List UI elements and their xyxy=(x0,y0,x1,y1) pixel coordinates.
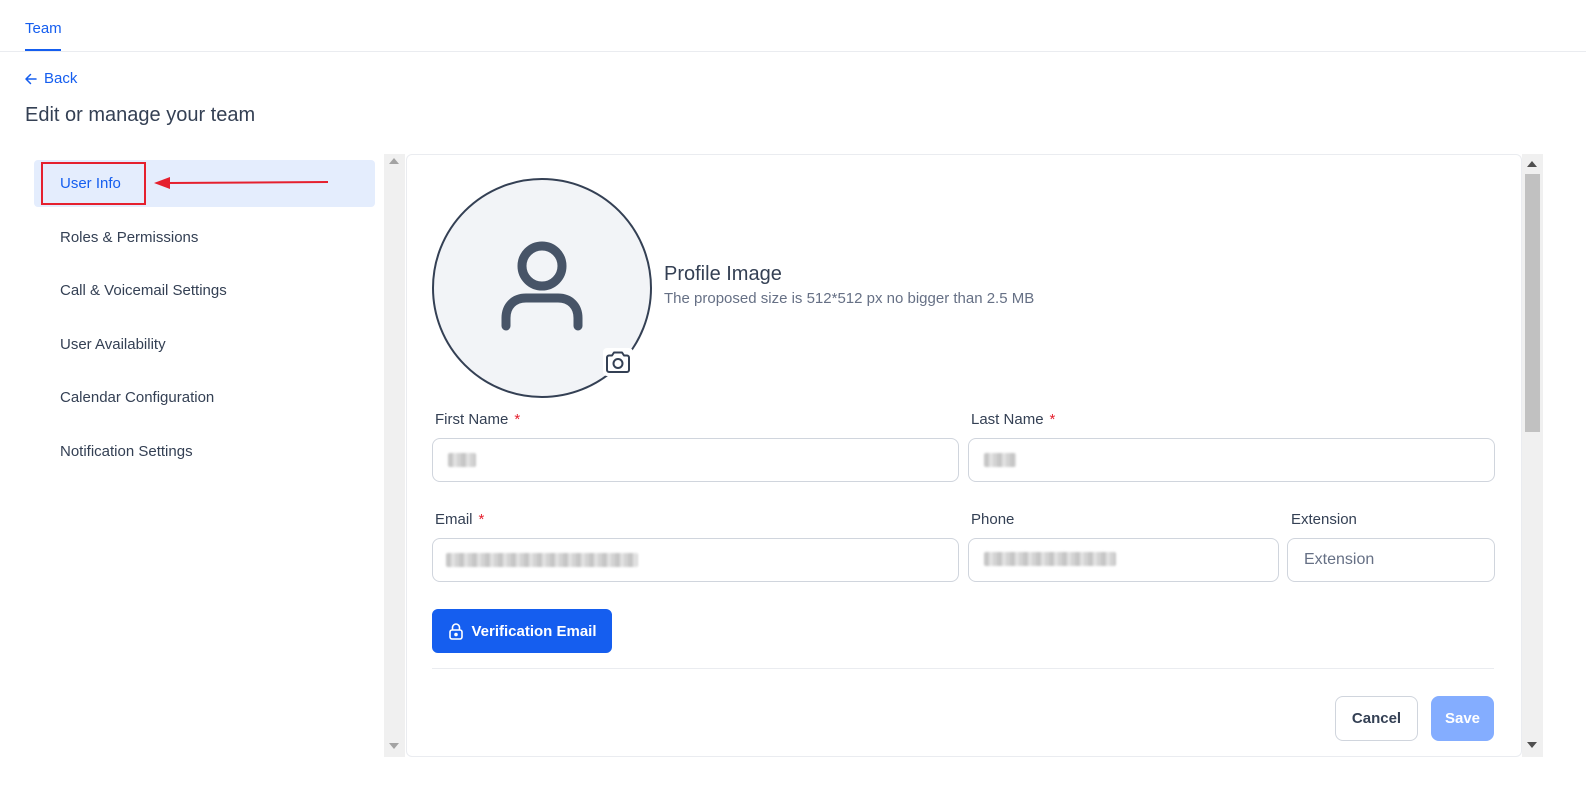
extension-input[interactable] xyxy=(1287,538,1495,582)
profile-image-title: Profile Image xyxy=(664,263,782,285)
form-divider xyxy=(432,668,1494,669)
upload-photo-button[interactable] xyxy=(603,348,633,376)
panel-scrollbar[interactable] xyxy=(1522,154,1543,757)
scroll-up-arrow-icon[interactable] xyxy=(389,158,399,164)
required-mark: * xyxy=(514,411,521,428)
lock-icon xyxy=(449,623,464,640)
email-input[interactable] xyxy=(432,538,959,582)
verification-email-button[interactable]: Verification Email xyxy=(432,609,612,653)
scroll-down-arrow-icon[interactable] xyxy=(389,743,399,749)
user-icon xyxy=(501,241,583,331)
phone-label: Phone xyxy=(971,511,1015,528)
nav-scrollbar[interactable] xyxy=(384,154,405,757)
sidebar-item-notification-settings[interactable]: Notification Settings xyxy=(34,428,375,475)
scroll-down-arrow-icon[interactable] xyxy=(1527,742,1537,748)
sidebar-item-label: Calendar Configuration xyxy=(60,389,215,406)
scrollbar-thumb[interactable] xyxy=(1525,174,1540,432)
arrow-left-icon xyxy=(25,73,37,84)
page-title: Edit or manage your team xyxy=(25,104,256,126)
back-label: Back xyxy=(44,70,78,87)
sidebar-item-call-voicemail-settings[interactable]: Call & Voicemail Settings xyxy=(34,267,375,314)
phone-input[interactable] xyxy=(968,538,1279,582)
last-name-input[interactable] xyxy=(968,438,1495,482)
scroll-up-arrow-icon[interactable] xyxy=(1527,161,1537,167)
tab-team[interactable]: Team xyxy=(25,20,62,37)
top-tab-bar: Team xyxy=(0,0,1586,52)
sidebar-item-label: Notification Settings xyxy=(60,442,193,460)
active-tab-indicator xyxy=(25,49,61,51)
sidebar-item-label: Call & Voicemail Settings xyxy=(60,282,227,299)
sidebar-item-calendar-configuration[interactable]: Calendar Configuration xyxy=(34,374,375,421)
required-mark: * xyxy=(478,511,485,528)
save-button[interactable]: Save xyxy=(1431,696,1494,741)
camera-icon xyxy=(606,351,630,373)
sidebar-item-roles-permissions[interactable]: Roles & Permissions xyxy=(34,214,375,261)
verification-email-label: Verification Email xyxy=(471,622,597,640)
profile-image-hint: The proposed size is 512*512 px no bigge… xyxy=(664,290,1035,307)
email-label: Email * xyxy=(435,511,485,528)
settings-side-nav: User Info Roles & Permissions Call & Voi… xyxy=(34,160,375,481)
sidebar-item-label: User Availability xyxy=(60,335,166,353)
sidebar-item-user-availability[interactable]: User Availability xyxy=(34,321,375,368)
sidebar-item-user-info[interactable]: User Info xyxy=(34,160,375,207)
first-name-label: First Name * xyxy=(435,411,521,428)
cancel-button[interactable]: Cancel xyxy=(1335,696,1418,741)
back-link[interactable]: Back xyxy=(24,70,77,87)
first-name-input[interactable] xyxy=(432,438,959,482)
sidebar-item-label: User Info xyxy=(60,175,121,192)
extension-label: Extension xyxy=(1291,511,1357,528)
sidebar-item-label: Roles & Permissions xyxy=(60,228,199,246)
last-name-label: Last Name * xyxy=(971,411,1056,428)
required-mark: * xyxy=(1049,411,1056,428)
